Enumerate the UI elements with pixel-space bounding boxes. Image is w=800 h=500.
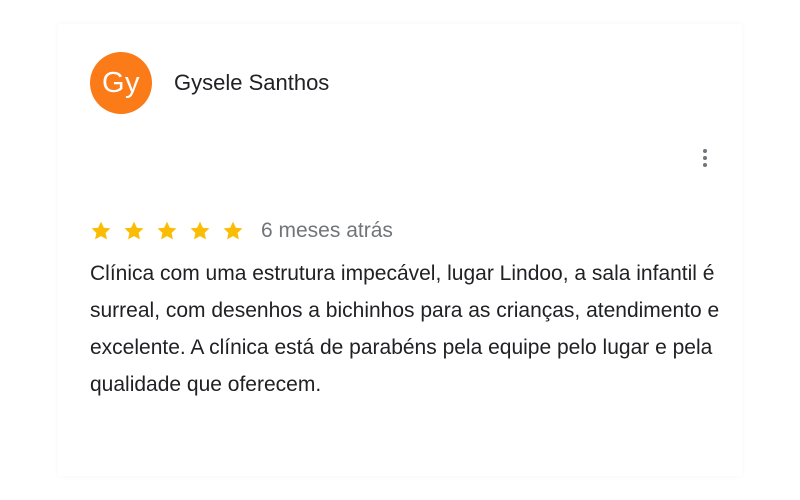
star-icon: [157, 221, 177, 240]
star-icon: [124, 221, 144, 240]
author-name[interactable]: Gysele Santhos: [174, 70, 329, 96]
review-text: Clínica com uma estrutura impecável, lug…: [90, 262, 720, 396]
more-options-button[interactable]: [694, 144, 716, 172]
review-header: Gy Gysele Santhos: [90, 52, 329, 114]
star-icon: [91, 221, 111, 240]
review-time: 6 meses atrás: [261, 219, 393, 242]
more-vert-icon: [703, 149, 707, 153]
star-icon: [223, 221, 243, 240]
avatar[interactable]: Gy: [90, 52, 152, 114]
star-rating: [90, 220, 244, 242]
star-icon: [190, 221, 210, 240]
rating-row: 6 meses atrás: [90, 214, 393, 248]
